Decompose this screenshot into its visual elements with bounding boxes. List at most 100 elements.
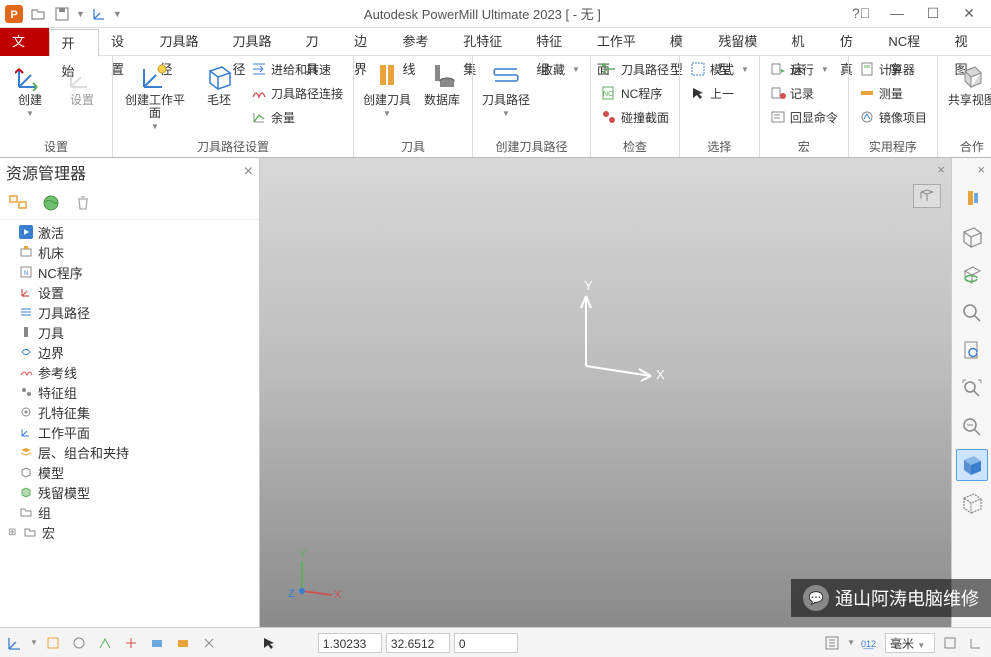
multi-pane-icon[interactable] [8, 192, 30, 214]
status-right-4[interactable] [939, 632, 961, 654]
viewport-close-button[interactable]: × [937, 162, 945, 177]
measure-button[interactable]: 测量 [855, 82, 931, 104]
tolerance-icon[interactable]: 0̲1̲2 [859, 632, 881, 654]
settings-button[interactable]: 设置 [58, 58, 106, 109]
tree-item-active[interactable]: 激活 [4, 222, 255, 242]
close-button[interactable]: ✕ [955, 5, 983, 22]
tab-pattern[interactable]: 参考线 [390, 28, 451, 56]
check-nc-button[interactable]: NCNC程序 [597, 82, 673, 104]
toolpath-button[interactable]: 刀具路径 ▼ [479, 58, 533, 120]
tab-boundary[interactable]: 边界 [342, 28, 391, 56]
tab-feature-group[interactable]: 特征组 [524, 28, 585, 56]
create-workplane-button[interactable]: 创建工作平面 ▼ [119, 58, 191, 133]
minimize-button[interactable]: — [883, 5, 911, 22]
tab-stock-model[interactable]: 残留模型 [706, 28, 779, 56]
calculator-button[interactable]: 计算器 [855, 58, 931, 80]
tree-item-pattern[interactable]: 参考线 [4, 362, 255, 382]
explorer-tree[interactable]: 激活 机床 NNC程序 设置 刀具路径 刀具 边界 参考线 特征组 孔特征集 工… [0, 220, 259, 627]
toolpath-connection-button[interactable]: 刀具路径连接 [247, 82, 347, 104]
tab-view[interactable]: 视图 [943, 28, 991, 56]
status-right-5[interactable] [965, 632, 987, 654]
block-button[interactable]: 毛坯 [195, 58, 243, 109]
view-wireframe-button[interactable] [956, 221, 988, 253]
tree-item-macro[interactable]: 宏 [4, 522, 255, 542]
chevron-down-icon[interactable]: ▼ [30, 638, 38, 647]
viewport[interactable]: × Y X Y X Z [260, 158, 951, 627]
open-icon[interactable] [28, 4, 48, 24]
echo-button[interactable]: 回显命令 [766, 106, 842, 128]
tab-tool[interactable]: 刀具 [293, 28, 342, 56]
refresh-page-button[interactable] [956, 335, 988, 367]
view-shaded-button[interactable] [956, 449, 988, 481]
mirror-button[interactable]: 镜像项目 [855, 106, 931, 128]
tree-item-feature-group[interactable]: 特征组 [4, 382, 255, 402]
tab-workplane[interactable]: 工作平面 [585, 28, 658, 56]
status-icon-3[interactable] [68, 632, 90, 654]
status-right-1[interactable] [821, 632, 843, 654]
prev-button[interactable]: 上一 [686, 82, 753, 104]
tab-file[interactable]: 文件 [0, 28, 49, 56]
status-icon-6[interactable] [146, 632, 168, 654]
status-icon-7[interactable] [172, 632, 194, 654]
mode-button[interactable]: 模式▼ [686, 58, 753, 80]
tree-item-tool[interactable]: 刀具 [4, 322, 255, 342]
tree-item-settings[interactable]: 设置 [4, 282, 255, 302]
axes-status-icon[interactable] [4, 632, 26, 654]
favorite-button[interactable]: 收藏▼ [537, 58, 584, 80]
tree-item-stock-model[interactable]: 残留模型 [4, 482, 255, 502]
status-icon-2[interactable] [42, 632, 64, 654]
tab-nc-program[interactable]: NC程序 [876, 28, 942, 56]
save-icon[interactable] [52, 4, 72, 24]
tab-simulation[interactable]: 仿真 [828, 28, 877, 56]
zoom-out-button[interactable] [956, 411, 988, 443]
database-button[interactable]: 数据库 [418, 58, 466, 109]
explorer-close-button[interactable]: × [244, 163, 253, 181]
check-toolpath-button[interactable]: 刀具路径 [597, 58, 673, 80]
tab-toolpath1[interactable]: 刀具路径 [148, 28, 221, 56]
collision-button[interactable]: 碰撞截面 [597, 106, 673, 128]
view-rotate-button[interactable] [956, 259, 988, 291]
status-icon-4[interactable] [94, 632, 116, 654]
status-cursor-icon[interactable] [258, 632, 280, 654]
coord-x[interactable]: 1.30233 [318, 633, 382, 653]
tree-item-workplane[interactable]: 工作平面 [4, 422, 255, 442]
maximize-button[interactable]: ☐ [919, 5, 947, 22]
tab-model[interactable]: 模型 [658, 28, 707, 56]
tab-home[interactable]: 开始 [49, 29, 100, 57]
status-icon-8[interactable] [198, 632, 220, 654]
tab-hole-feature[interactable]: 孔特征集 [451, 28, 524, 56]
tab-toolpath2[interactable]: 刀具路径 [220, 28, 293, 56]
tree-item-model[interactable]: 模型 [4, 462, 255, 482]
stock-button[interactable]: 余量 [247, 106, 347, 128]
share-view-button[interactable]: 共享视图 [944, 58, 991, 109]
feed-speed-button[interactable]: 进给和转速 [247, 58, 347, 80]
axes-icon[interactable] [89, 4, 109, 24]
chevron-down-icon[interactable]: ▼ [847, 638, 855, 647]
zoom-in-button[interactable] [956, 297, 988, 329]
globe-icon[interactable] [40, 192, 62, 214]
tree-item-layers[interactable]: 层、组合和夹持 [4, 442, 255, 462]
record-button[interactable]: 记录 [766, 82, 842, 104]
help-icon[interactable]: ?⃝ [847, 5, 875, 22]
coord-y[interactable]: 32.6512 [386, 633, 450, 653]
tree-item-toolpath[interactable]: 刀具路径 [4, 302, 255, 322]
zoom-fit-button[interactable] [956, 373, 988, 405]
right-toolbar-close[interactable]: × [977, 162, 985, 177]
tree-item-boundary[interactable]: 边界 [4, 342, 255, 362]
status-icon-5[interactable] [120, 632, 142, 654]
tree-item-nc[interactable]: NNC程序 [4, 262, 255, 282]
save-dropdown-icon[interactable]: ▼ [76, 9, 85, 19]
axes-dropdown-icon[interactable]: ▼ [113, 9, 122, 19]
tab-machine[interactable]: 机床 [779, 28, 828, 56]
trash-icon[interactable] [72, 192, 94, 214]
create-tool-button[interactable]: 创建刀具 ▼ [360, 58, 414, 120]
iso-view-button[interactable] [913, 184, 941, 208]
coord-z[interactable]: 0 [454, 633, 518, 653]
tree-item-hole-feature[interactable]: 孔特征集 [4, 402, 255, 422]
create-button[interactable]: 创建 ▼ [6, 58, 54, 120]
tree-item-group[interactable]: 组 [4, 502, 255, 522]
tree-item-machine[interactable]: 机床 [4, 242, 255, 262]
unit-select[interactable]: 毫米 ▼ [885, 633, 935, 653]
view-tool-button[interactable] [956, 183, 988, 215]
tab-setup[interactable]: 设置 [99, 28, 148, 56]
